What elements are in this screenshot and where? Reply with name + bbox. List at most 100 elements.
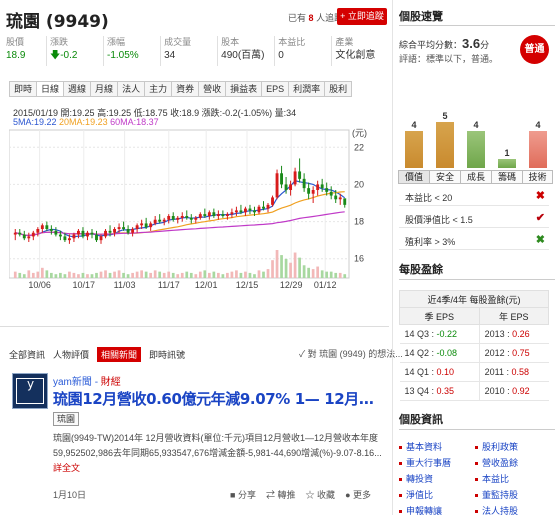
chart-tab-3[interactable]: 月線 [90,81,118,97]
info-link[interactable]: 重大行事曆 [399,456,451,469]
news-tab-2[interactable]: 相關新聞 [97,346,142,362]
news-source-link[interactable]: yam新聞 [53,377,92,388]
candle-body [176,217,180,220]
eps-year-cell: 2011 : 0.58 [479,362,549,382]
follow-button[interactable]: + 立即追蹤 [337,8,387,25]
x-tick-label: 10/17 [73,280,96,290]
chart-tab-8[interactable]: 損益表 [225,81,262,97]
volume-bar [275,250,279,278]
info-link[interactable]: 本益比 [475,472,509,485]
x-tick-label: 12/15 [236,280,259,290]
candle-body [171,216,175,220]
candle-body [167,216,171,220]
candle-body [49,229,53,231]
news-headline[interactable]: 琉園12月營收0.60億元年減9.07% 1— 12月… [53,388,374,409]
candle-body [180,216,184,218]
candle-body [198,214,202,218]
chart-tab-1[interactable]: 日線 [36,81,64,97]
volume-bar [77,274,80,278]
candle-body [203,214,207,216]
candle-body [234,210,238,213]
yam-logo-icon[interactable]: y [12,373,48,409]
chart-tab-4[interactable]: 法人 [117,81,145,97]
volume-bar [63,274,67,278]
chart-tab-11[interactable]: 股利 [324,81,353,97]
candle-body [149,223,153,228]
candle-body [113,229,116,233]
chart-tab-9[interactable]: EPS [261,81,289,97]
news-tab-0[interactable]: 全部資訊 [9,348,45,361]
candle-body [117,227,121,229]
volume-bar [329,271,333,278]
volume-bar [325,271,329,278]
score-bar-fill [436,122,454,168]
change-value: -0.2 [60,50,78,61]
opinion-prompt[interactable]: ✓ 對 琉園 (9949) 的想法... [299,347,403,360]
candle-body [329,191,333,196]
candle-body [316,184,320,190]
retweet-button[interactable]: ⇄ 轉推 [266,488,296,501]
volume-bar [280,255,283,278]
volume-bar [36,271,40,278]
volume-value: 34 [164,50,176,61]
info-link[interactable]: 基本資料 [399,440,442,453]
volume-bar [212,271,216,278]
volume-bar [144,271,148,278]
info-link[interactable]: 轉投資 [399,472,433,485]
volume-bar [167,271,171,278]
criterion-label: 本益比 < 20 [405,193,453,203]
volume-bar [122,272,125,278]
info-link[interactable]: 股利政策 [475,440,518,453]
eps-quarter-value: -0.08 [436,348,458,358]
news-tab-1[interactable]: 人物評價 [53,348,89,361]
chart-tab-0[interactable]: 即時 [9,81,37,97]
score-tab-3[interactable]: 籌碼 [491,170,522,184]
volume-bar [226,272,229,278]
favorite-button[interactable]: ☆ 收藏 [306,488,336,501]
score-tab-4[interactable]: 技術 [522,170,553,184]
chart-tab-6[interactable]: 資券 [171,81,199,97]
rating-badge: 普通 [520,35,549,64]
read-more-link[interactable]: 詳全文 [53,463,80,473]
chart-tab-10[interactable]: 利潤率 [288,81,325,97]
candle-body [31,232,35,237]
news-tag[interactable]: 琉園 [53,412,80,426]
x-tick-label: 10/06 [28,280,51,290]
info-link[interactable]: 法人持股 [475,504,518,515]
news-tab-3[interactable]: 即時訊號 [149,348,185,361]
stock-header: 琉園 (9949) 已有 8 人追蹤 + 立即追蹤 [6,6,389,32]
volume-bar [289,262,292,278]
news-tabs: 全部資訊 人物評價 相關新聞 即時訊號 [9,346,193,362]
chart-tab-5[interactable]: 主力 [144,81,172,97]
volume-bar [31,272,35,278]
volume-bar [135,271,139,278]
score-bar-0: 4 [405,119,423,168]
retweet-icon: ⇄ [265,490,275,500]
chart-tab-7[interactable]: 營收 [198,81,226,97]
quote-cell-pct: 漲幅 -1.05% [103,36,161,66]
volume-bar [298,257,301,278]
score-tab-0[interactable]: 價值 [398,170,429,184]
share-button[interactable]: ■ 分享 [230,488,256,501]
score-tab-1[interactable]: 安全 [429,170,460,184]
news-category[interactable]: 財經 [101,377,121,388]
info-row: 基本資料 股利政策 [399,438,555,454]
info-link[interactable]: 董監持股 [475,488,518,501]
chart-tab-2[interactable]: 週線 [63,81,91,97]
score-tab-2[interactable]: 成長 [460,170,491,184]
volume-bar [68,271,71,278]
info-link[interactable]: 營收盈餘 [475,456,518,469]
eps-year-value: 0.75 [512,348,530,358]
ma-line-5MA [15,180,346,238]
info-link[interactable]: 淨值比 [399,488,433,501]
volume-bar [194,274,198,278]
info-link[interactable]: 申報轉讓 [399,504,442,515]
candle-body [22,234,26,239]
score-bar-3: 1 [498,147,516,168]
candle-body [140,223,144,226]
more-button[interactable]: ● 更多 [345,488,371,501]
score-bar-2: 4 [467,119,485,168]
criterion-label: 股價淨值比 < 1.5 [405,215,473,225]
x-tick-label: 11/17 [158,280,180,290]
info-row: 申報轉讓 法人持股 [399,502,555,515]
